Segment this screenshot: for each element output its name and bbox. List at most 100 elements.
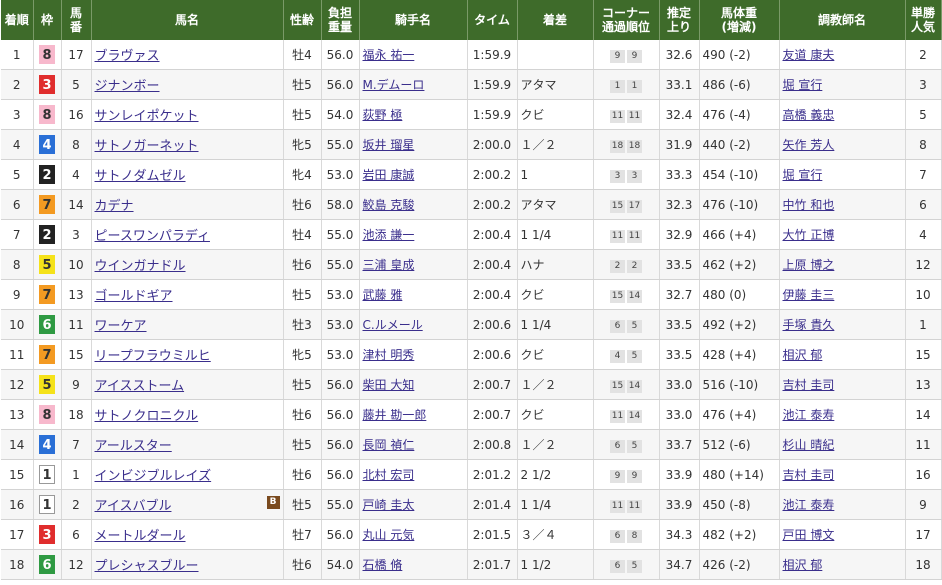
corner-position-chip: 5 bbox=[627, 439, 642, 453]
trainer-cell-link[interactable]: 堀 宣行 bbox=[783, 168, 823, 182]
body-weight-cell: 462 (+2) bbox=[699, 249, 780, 280]
horse-name-cell-link[interactable]: プレシャスブルー bbox=[95, 559, 199, 574]
jockey-cell-link[interactable]: 藤井 勘一郎 bbox=[363, 408, 427, 422]
col-header-umaban[interactable]: 馬 番 bbox=[61, 0, 92, 40]
trainer-cell-link[interactable]: 吉村 圭司 bbox=[783, 378, 835, 392]
trainer-cell-link[interactable]: 大竹 正博 bbox=[783, 228, 835, 242]
margin-cell: ハナ bbox=[517, 249, 594, 280]
trainer-cell-link[interactable]: 池江 泰寿 bbox=[783, 498, 835, 512]
body-weight-cell: 440 (-2) bbox=[699, 129, 780, 160]
col-header-popularity[interactable]: 単勝 人気 bbox=[905, 0, 942, 40]
jockey-cell-link[interactable]: 福永 祐一 bbox=[363, 48, 415, 62]
horse-name-cell-link[interactable]: カデナ bbox=[95, 199, 134, 214]
jockey-cell: 荻野 極 bbox=[359, 99, 468, 130]
corner-cell: 11 11 bbox=[593, 99, 660, 130]
rank-cell: 15 bbox=[1, 459, 34, 490]
horse-name-cell-link[interactable]: サトノダムゼル bbox=[95, 169, 186, 184]
trainer-cell-link[interactable]: 相沢 郁 bbox=[783, 558, 823, 572]
jockey-cell: 鮫島 克駿 bbox=[359, 189, 468, 220]
trainer-cell-link[interactable]: 池江 泰寿 bbox=[783, 408, 835, 422]
col-header-waku[interactable]: 枠 bbox=[33, 0, 62, 40]
waku-badge: 8 bbox=[39, 45, 55, 64]
col-header-margin[interactable]: 着差 bbox=[517, 0, 594, 40]
weight-cell: 56.0 bbox=[321, 459, 360, 490]
trainer-cell-link[interactable]: 杉山 晴紀 bbox=[783, 438, 835, 452]
horse-name-cell-link[interactable]: アイスバブル bbox=[95, 499, 172, 514]
col-header-trainer[interactable]: 調教師名 bbox=[779, 0, 906, 40]
col-header-horse[interactable]: 馬名 bbox=[91, 0, 284, 40]
corner-cell: 99 bbox=[593, 459, 660, 490]
jockey-cell-link[interactable]: 石橋 脩 bbox=[363, 558, 403, 572]
trainer-cell-link[interactable]: 戸田 博文 bbox=[783, 528, 835, 542]
jockey-cell-link[interactable]: 北村 宏司 bbox=[363, 468, 415, 482]
col-header-last3f[interactable]: 推定 上り bbox=[659, 0, 700, 40]
horse-name-cell-link[interactable]: リープフラウミルヒ bbox=[95, 349, 211, 364]
waku-badge: 3 bbox=[39, 75, 55, 94]
horse-name-cell-link[interactable]: ピースワンパラディ bbox=[95, 229, 210, 244]
jockey-cell-link[interactable]: 津村 明秀 bbox=[363, 348, 415, 362]
col-header-time[interactable]: タイム bbox=[467, 0, 518, 40]
col-header-sex-age[interactable]: 性齢 bbox=[283, 0, 322, 40]
jockey-cell-link[interactable]: 長岡 禎仁 bbox=[363, 438, 415, 452]
horse-name-cell-link[interactable]: サンレイポケット bbox=[95, 109, 199, 124]
trainer-cell: 戸田 博文 bbox=[779, 519, 906, 550]
horse-name-cell-link[interactable]: ゴールドギア bbox=[95, 289, 173, 304]
horse-name-cell-link[interactable]: ブラヴァス bbox=[95, 49, 160, 64]
col-header-weight[interactable]: 負担 重量 bbox=[321, 0, 360, 40]
umaban-cell: 11 bbox=[61, 309, 92, 340]
weight-cell: 54.0 bbox=[321, 549, 360, 580]
corner-cell: 65 bbox=[593, 309, 660, 340]
corner-position-chip: 5 bbox=[627, 319, 642, 333]
waku-cell: 1 bbox=[33, 459, 62, 490]
last3f-cell: 33.1 bbox=[659, 69, 700, 100]
corner-position-chip: 11 bbox=[610, 499, 625, 513]
trainer-cell-link[interactable]: 手塚 貴久 bbox=[783, 318, 835, 332]
trainer-cell-link[interactable]: 伊藤 圭三 bbox=[783, 288, 835, 302]
horse-name-cell-link[interactable]: ウインガナドル bbox=[95, 259, 186, 274]
trainer-cell-link[interactable]: 友道 康夫 bbox=[783, 48, 835, 62]
jockey-cell: 津村 明秀 bbox=[359, 339, 468, 370]
horse-name-cell-link[interactable]: ワーケア bbox=[95, 319, 147, 334]
horse-name-cell-link[interactable]: アールスター bbox=[95, 439, 172, 454]
trainer-cell-link[interactable]: 吉村 圭司 bbox=[783, 468, 835, 482]
jockey-cell-link[interactable]: 三浦 皇成 bbox=[363, 258, 415, 272]
umaban-cell: 1 bbox=[61, 459, 92, 490]
col-header-corner[interactable]: コーナー 通過順位 bbox=[593, 0, 660, 40]
body-weight-cell: 426 (-2) bbox=[699, 549, 780, 580]
jockey-cell-link[interactable]: 岩田 康誠 bbox=[363, 168, 415, 182]
time-cell: 2:00.6 bbox=[467, 309, 518, 340]
jockey-cell-link[interactable]: 丸山 元気 bbox=[363, 528, 415, 542]
jockey-cell-link[interactable]: 武藤 雅 bbox=[363, 288, 403, 302]
jockey-cell-link[interactable]: 坂井 瑠星 bbox=[363, 138, 415, 152]
horse-name-cell: アールスター bbox=[91, 429, 284, 460]
jockey-cell-link[interactable]: 池添 謙一 bbox=[363, 228, 415, 242]
horse-name-cell-link[interactable]: ジナンボー bbox=[95, 79, 160, 94]
jockey-cell-link[interactable]: 戸崎 圭太 bbox=[363, 498, 415, 512]
corner-cell: 22 bbox=[593, 249, 660, 280]
jockey-cell-link[interactable]: 荻野 極 bbox=[363, 108, 403, 122]
horse-name-cell-link[interactable]: サトノガーネット bbox=[95, 139, 199, 154]
jockey-cell-link[interactable]: M.デムーロ bbox=[363, 78, 425, 92]
trainer-cell-link[interactable]: 中竹 和也 bbox=[783, 198, 835, 212]
margin-cell: 1 1/2 bbox=[517, 549, 594, 580]
last3f-cell: 33.5 bbox=[659, 249, 700, 280]
trainer-cell-link[interactable]: 相沢 郁 bbox=[783, 348, 823, 362]
jockey-cell-link[interactable]: C.ルメール bbox=[363, 318, 423, 332]
col-header-body-weight[interactable]: 馬体重 (増減) bbox=[699, 0, 780, 40]
horse-name-cell-link[interactable]: インビジブルレイズ bbox=[95, 469, 212, 484]
trainer-cell-link[interactable]: 矢作 芳人 bbox=[783, 138, 835, 152]
trainer-cell-link[interactable]: 高橋 義忠 bbox=[783, 108, 835, 122]
horse-name-cell-link[interactable]: サトノクロニクル bbox=[95, 409, 199, 424]
corner-position-chip: 2 bbox=[610, 259, 625, 273]
horse-name-cell-link[interactable]: アイスストーム bbox=[95, 379, 185, 394]
trainer-cell-link[interactable]: 上原 博之 bbox=[783, 258, 835, 272]
jockey-cell-link[interactable]: 鮫島 克駿 bbox=[363, 198, 415, 212]
col-header-jockey[interactable]: 騎手名 bbox=[359, 0, 468, 40]
body-weight-cell: 476 (-4) bbox=[699, 99, 780, 130]
jockey-cell-link[interactable]: 柴田 大知 bbox=[363, 378, 415, 392]
trainer-cell-link[interactable]: 堀 宣行 bbox=[783, 78, 823, 92]
table-row: 13 8 18 サトノクロニクル 牡6 56.0 藤井 勘一郎 2:00.7 クビ 11 14 33.… bbox=[1, 399, 942, 430]
horse-name-cell-link[interactable]: メートルダール bbox=[95, 529, 186, 544]
corner-cell: 15 14 bbox=[593, 369, 660, 400]
col-header-rank[interactable]: 着順 bbox=[1, 0, 34, 40]
